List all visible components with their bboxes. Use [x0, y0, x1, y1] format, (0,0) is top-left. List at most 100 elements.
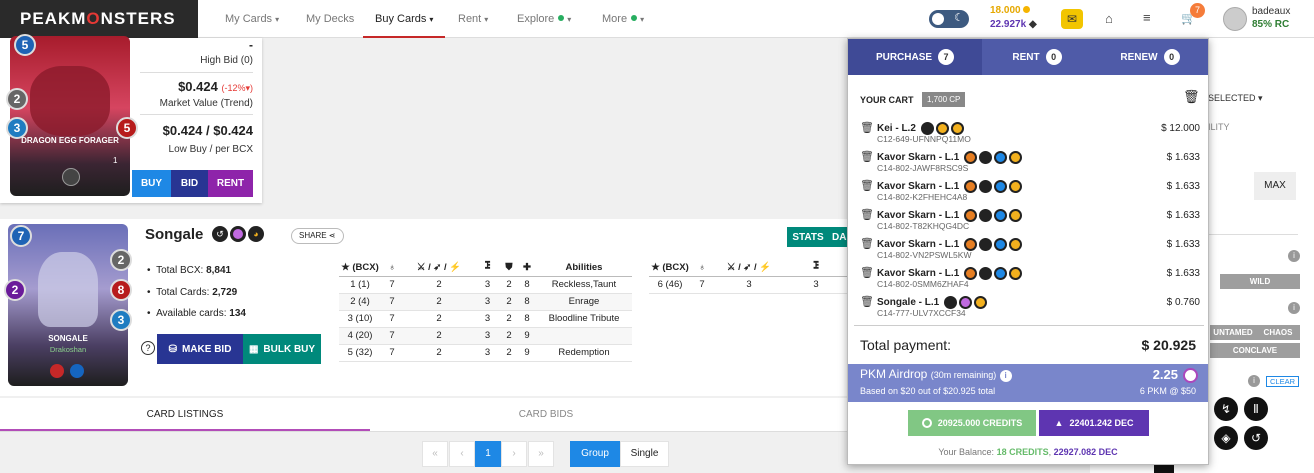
nav-my-cards[interactable]: My Cards ▾ — [225, 0, 279, 38]
nav-explore[interactable]: Explore ▾ — [517, 0, 571, 38]
trash-icon[interactable]: 🗑 — [1183, 89, 1200, 105]
trash-icon[interactable]: 🗑 — [860, 266, 874, 279]
high-bid-value: - — [249, 38, 253, 52]
tab-purchase[interactable]: PURCHASE 7 — [848, 39, 982, 75]
table-cell: 2 — [500, 327, 518, 345]
card-image-dragon-egg-forager[interactable]: DRAGON EGG FORAGER 1 — [10, 36, 130, 196]
pager-next[interactable]: › — [501, 441, 527, 467]
ability-icon: ↺ — [212, 226, 228, 242]
total-cards: • Total Cards: 2,729 — [147, 287, 238, 298]
table-row: 6 (46) 7 3 3 — [649, 276, 847, 294]
trash-icon[interactable]: 🗑 — [860, 208, 874, 221]
filter-conclave[interactable]: CONCLAVE — [1210, 343, 1300, 358]
inbox-icon[interactable]: ⌂ — [1105, 11, 1113, 26]
table-cell: 3 — [475, 327, 500, 345]
info-icon[interactable]: i — [1248, 375, 1260, 387]
nav-more[interactable]: More ▾ — [602, 0, 644, 38]
info-icon[interactable]: i — [1288, 250, 1300, 262]
card-art — [38, 252, 98, 327]
table-cell: 7 — [381, 344, 403, 362]
mana-badge: 7 — [10, 225, 32, 247]
airdrop-remaining: (30m remaining) — [930, 370, 997, 380]
share-button[interactable]: SHARE ⋖ — [291, 228, 344, 244]
single-button[interactable]: Single — [620, 441, 669, 467]
table-cell: 5 (32) — [339, 344, 381, 362]
nav-rent[interactable]: Rent ▾ — [458, 0, 488, 38]
pager-first[interactable]: « — [422, 441, 448, 467]
info-icon[interactable]: i — [1288, 302, 1300, 314]
ability-icon — [50, 364, 64, 378]
data-button[interactable]: DA — [829, 227, 847, 247]
divider — [1208, 234, 1298, 235]
stats-button[interactable]: STATS — [787, 227, 829, 247]
buy-button[interactable]: BUY — [132, 170, 171, 197]
ability-icon — [979, 267, 993, 280]
col-header: ⯿ — [475, 259, 500, 277]
trash-icon[interactable]: 🗑 — [860, 150, 874, 163]
filter-wild[interactable]: WILD — [1220, 274, 1300, 289]
table-cell: 3 — [713, 276, 785, 294]
pay-credits-button[interactable]: 20925.000 CREDITS — [908, 410, 1036, 436]
airdrop-value: 2.25 — [1152, 367, 1178, 382]
dec-balance: 22.927k ◆ — [990, 19, 1037, 30]
rent-button[interactable]: RENT — [208, 170, 253, 197]
card-image-songale[interactable]: SONGALE Drakoshan — [8, 224, 128, 386]
max-button[interactable]: MAX — [1254, 172, 1296, 200]
nav-my-decks[interactable]: My Decks — [306, 0, 354, 38]
nav-buy-cards[interactable]: Buy Cards ▾ — [363, 0, 446, 38]
cart-item-id: C14-802-T82KHQG4DC — [877, 221, 970, 231]
filter-untamed[interactable]: UNTAMED — [1210, 325, 1256, 340]
pager-prev[interactable]: ‹ — [449, 441, 475, 467]
filter-chaos[interactable]: CHAOS — [1256, 325, 1300, 340]
pager-last[interactable]: » — [528, 441, 554, 467]
cart-item: 🗑 Kavor Skarn - L.1 C14-802-0SMM6ZHAF4 $ 1… — [860, 264, 1200, 293]
trash-icon[interactable]: 🗑 — [860, 295, 874, 308]
layers-icon[interactable]: ≡ — [1143, 10, 1151, 25]
chevron-down-icon: ▾ — [484, 15, 489, 24]
tab-card-bids[interactable]: CARD BIDS — [370, 398, 722, 431]
col-header: Abilities — [536, 259, 632, 277]
bid-button[interactable]: BID — [171, 170, 208, 197]
table-cell: 7 — [381, 276, 403, 294]
cart-item-price: $ 1.633 — [1166, 152, 1200, 163]
levels-table: ★ (BCX) ♁ ⚔ / ➶ / ⚡ ⯿ ⛊ ✚ Abilities 1 (1… — [339, 259, 632, 362]
cart-item-id: C14-802-K2FHEHC4A8 — [877, 192, 968, 202]
ability-icon — [994, 151, 1008, 164]
help-icon[interactable]: ? — [141, 341, 155, 355]
logo[interactable]: PEAKM O NSTERS — [0, 0, 198, 38]
trash-icon[interactable]: 🗑 — [860, 237, 874, 250]
clear-button[interactable]: CLEAR — [1266, 376, 1300, 387]
tab-rent[interactable]: RENT 0 — [982, 39, 1092, 75]
col-header: ⚔ / ➶ / ⚡ — [403, 259, 475, 277]
chat-icon[interactable]: ✉ — [1061, 9, 1083, 29]
low-buy-value: $0.424 / $0.424 — [162, 123, 253, 138]
pager-page[interactable]: 1 — [475, 441, 501, 467]
avatar[interactable] — [1223, 7, 1247, 31]
username[interactable]: badeaux — [1252, 6, 1290, 17]
group-button[interactable]: Group — [570, 441, 620, 467]
selected-dropdown[interactable]: SELECTED ▾ — [1208, 93, 1263, 104]
market-value-label: Market Value (Trend) — [159, 98, 253, 109]
pay-dec-button[interactable]: ▲ 22401.242 DEC — [1039, 410, 1149, 436]
ability-filter-icon[interactable]: ↯ — [1214, 397, 1238, 421]
cart-item: 🗑 Songale - L.1 C14-777-ULV7XCCF34 $ 0.760 — [860, 293, 1200, 322]
ability-filter-icon[interactable]: ↺ — [1244, 426, 1268, 450]
bulk-buy-button[interactable]: ▦ BULK BUY — [243, 334, 321, 364]
ability-icon — [1009, 267, 1023, 280]
cart-item-id: C14-802-VN2PSWL5KW — [877, 250, 972, 260]
make-bid-button[interactable]: ⛁ MAKE BID — [157, 334, 243, 364]
chevron-down-icon: ▾ — [275, 15, 280, 24]
ability-filter-icon[interactable]: ◈ — [1214, 426, 1238, 450]
tab-card-listings[interactable]: CARD LISTINGS — [0, 398, 370, 431]
ability-icon — [979, 180, 993, 193]
trash-icon[interactable]: 🗑 — [860, 121, 874, 134]
table-cell: 3 — [785, 276, 847, 294]
theme-toggle[interactable]: ☾ — [929, 10, 969, 28]
info-icon[interactable]: i — [999, 370, 1012, 382]
available-cards: • Available cards: 134 — [147, 308, 246, 319]
table-cell: Enrage — [536, 293, 632, 311]
trash-icon[interactable]: 🗑 — [860, 179, 874, 192]
ability-filter-icon[interactable]: Ⅱ — [1244, 397, 1268, 421]
cart-item-id: C14-802-0SMM6ZHAF4 — [877, 279, 969, 289]
tab-renew[interactable]: RENEW 0 — [1092, 39, 1208, 75]
